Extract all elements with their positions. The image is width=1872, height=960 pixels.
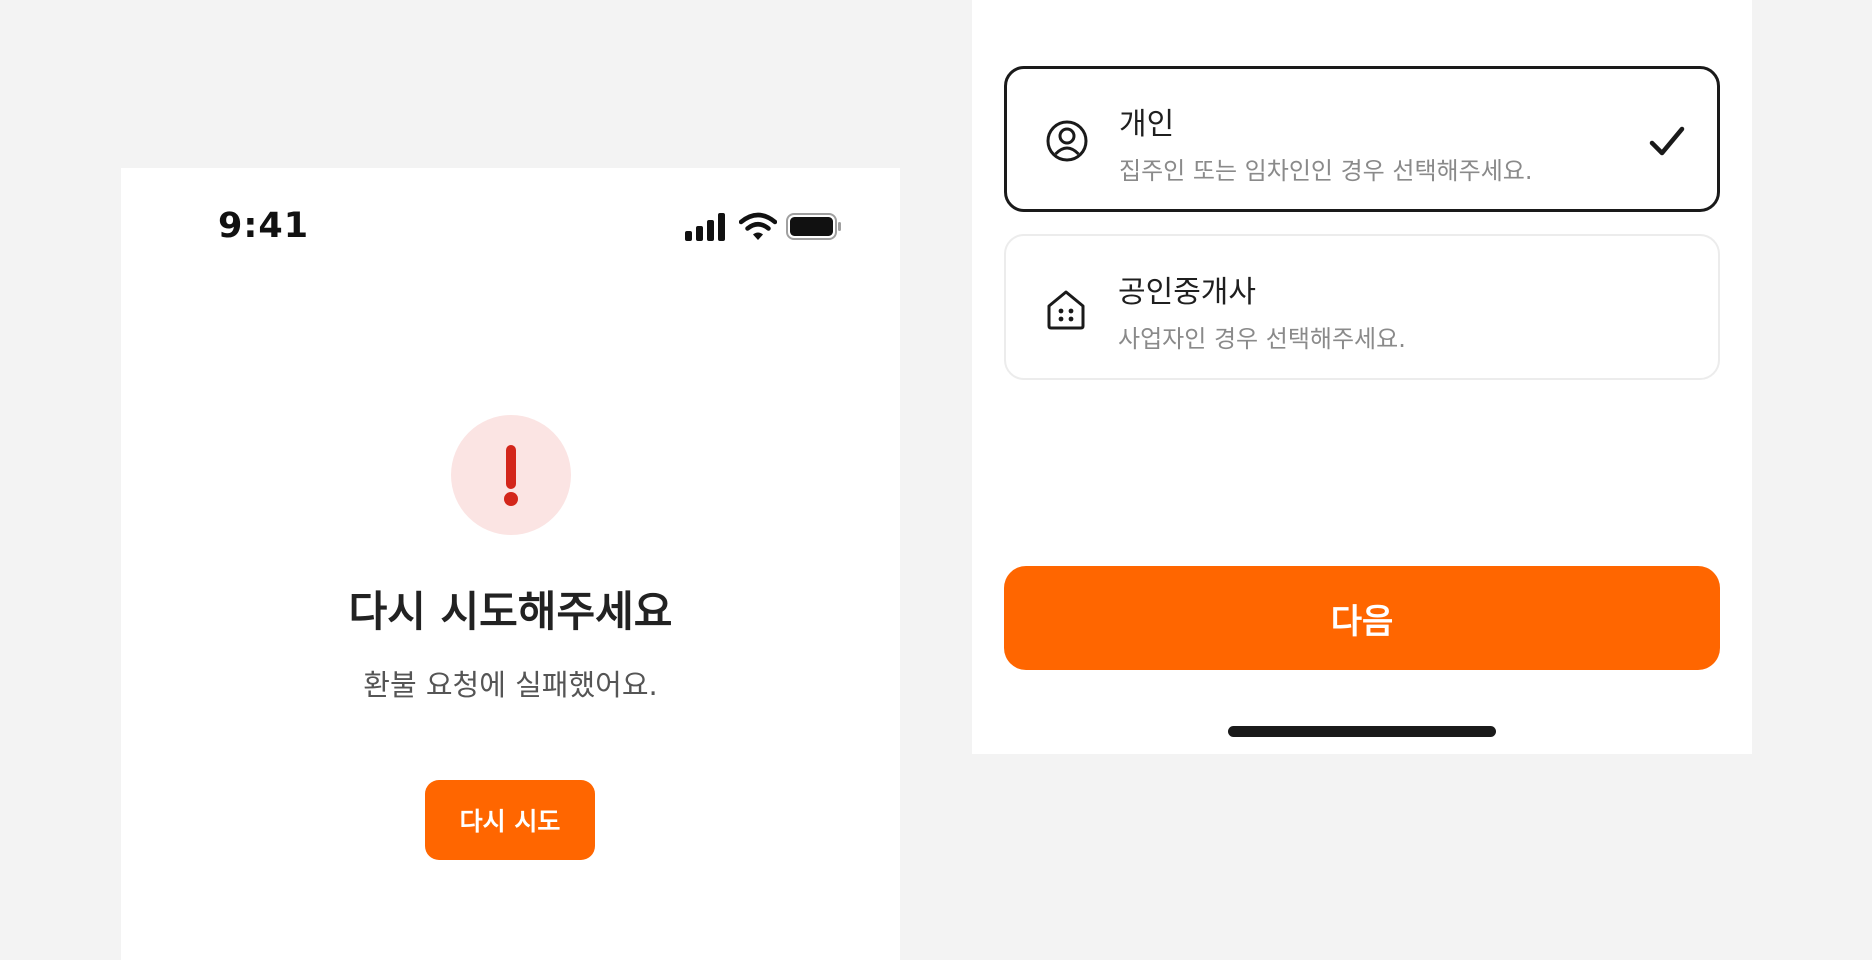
option-description: 사업자인 경우 선택해주세요. <box>1118 325 1406 353</box>
option-title: 공인중개사 <box>1118 275 1256 310</box>
user-type-screen: 개인 집주인 또는 임차인인 경우 선택해주세요. 공인중개사 사업자인 경우 … <box>972 0 1752 754</box>
building-icon <box>1047 290 1085 330</box>
status-bar: 9:41 <box>121 168 900 284</box>
error-description: 환불 요청에 실패했어요. <box>363 668 658 702</box>
cellular-signal-icon <box>685 211 729 243</box>
option-title: 개인 <box>1119 107 1175 142</box>
wifi-icon <box>738 211 778 243</box>
home-indicator <box>1228 726 1496 737</box>
error-title: 다시 시도해주세요 <box>348 587 673 636</box>
status-time: 9:41 <box>218 206 310 246</box>
option-individual[interactable]: 개인 집주인 또는 임차인인 경우 선택해주세요. <box>1004 66 1720 212</box>
error-badge <box>451 415 571 535</box>
exclamation-icon <box>504 445 518 506</box>
next-button[interactable]: 다음 <box>1004 566 1720 670</box>
battery-icon <box>786 212 842 242</box>
option-description: 집주인 또는 임차인인 경우 선택해주세요. <box>1119 157 1533 185</box>
retry-button[interactable]: 다시 시도 <box>425 780 595 860</box>
user-circle-icon <box>1046 120 1088 162</box>
option-broker[interactable]: 공인중개사 사업자인 경우 선택해주세요. <box>1004 234 1720 380</box>
check-icon <box>1649 126 1685 156</box>
status-icons <box>685 211 865 243</box>
error-screen: 9:41 다시 시도해주세요 환불 요청에 실패했어요. 다시 시도 <box>121 168 900 960</box>
